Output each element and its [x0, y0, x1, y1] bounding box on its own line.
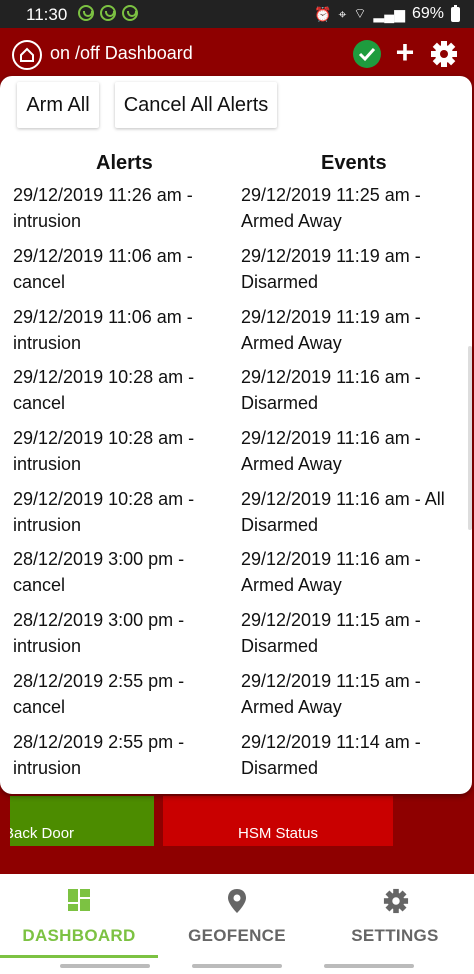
- hsm-status-tile[interactable]: HSM Status: [163, 796, 393, 846]
- status-bar: 11:30 ⏰ ⌖ ⌔ ▂▄▆ 69%: [0, 0, 474, 28]
- alerts-events-popup: Arm All Cancel All Alerts Alerts Events …: [0, 76, 472, 794]
- notification-app-icon: [122, 5, 138, 21]
- system-nav-bar: [324, 964, 414, 968]
- event-item: 29/12/2019 11:16 am - Armed Away: [241, 428, 421, 474]
- alerts-heading: Alerts: [96, 152, 153, 174]
- event-item: 29/12/2019 11:16 am - Armed Away: [241, 549, 421, 595]
- arm-all-button[interactable]: Arm All: [17, 82, 99, 128]
- hsm-status-label: HSM Status: [237, 825, 319, 842]
- event-item: 29/12/2019 11:15 am - Armed Away: [241, 671, 421, 717]
- dashboard-background: [0, 846, 474, 874]
- event-item: 29/12/2019 11:15 am - Disarmed: [241, 610, 421, 656]
- back-door-label: Back Door: [10, 825, 75, 842]
- battery-percent: 69%: [411, 5, 444, 22]
- nav-dashboard[interactable]: DASHBOARD: [0, 874, 158, 958]
- status-time: 11:30: [26, 5, 68, 24]
- event-item: 29/12/2019 11:14 am - Disarmed: [241, 732, 421, 778]
- notification-app-icon: [100, 5, 116, 21]
- notification-app-icon: [78, 5, 94, 21]
- alert-item: 29/12/2019 10:28 am - intrusion: [13, 428, 195, 474]
- system-nav-bar: [192, 964, 282, 968]
- nav-dashboard-label: DASHBOARD: [22, 926, 136, 945]
- alert-item: 29/12/2019 10:28 am - cancel: [13, 367, 195, 413]
- event-item: 29/12/2019 11:25 am - Armed Away: [241, 185, 421, 231]
- wifi-icon: ⌔: [353, 5, 367, 21]
- nav-settings[interactable]: SETTINGS: [316, 874, 474, 958]
- event-item: 29/12/2019 11:19 am - Disarmed: [241, 246, 421, 292]
- alert-item: 29/12/2019 11:06 am - intrusion: [13, 307, 193, 353]
- event-item: 29/12/2019 11:19 am - Armed Away: [241, 307, 421, 353]
- nav-geofence[interactable]: GEOFENCE: [158, 874, 316, 958]
- events-heading: Events: [321, 152, 387, 174]
- alarm-icon: ⏰: [314, 5, 332, 22]
- hubitat-icon[interactable]: [12, 40, 42, 70]
- alert-item: 28/12/2019 3:00 pm - cancel: [13, 549, 185, 595]
- page-title: on /off Dashboard: [50, 43, 193, 63]
- settings-icon: [383, 888, 409, 914]
- location-icon: ⌖: [338, 5, 347, 22]
- alert-item: 29/12/2019 11:26 am - intrusion: [13, 185, 193, 231]
- system-nav-bar: [60, 964, 150, 968]
- dashboard-icon: [68, 889, 90, 911]
- location-pin-icon: [228, 889, 246, 913]
- bottom-nav: DASHBOARD GEOFENCE SETTINGS: [0, 874, 474, 974]
- status-right: ⏰ ⌖ ⌔ ▂▄▆ 69%: [314, 4, 460, 23]
- cancel-all-alerts-button[interactable]: Cancel All Alerts: [115, 82, 277, 128]
- back-door-tile[interactable]: Back Door: [10, 796, 154, 846]
- alert-item: 29/12/2019 11:06 am - cancel: [13, 246, 193, 292]
- notification-icons: [78, 5, 138, 21]
- check-circle-icon[interactable]: [353, 40, 381, 68]
- alert-item: 28/12/2019 2:55 pm - intrusion: [13, 732, 185, 778]
- signal-icon: ▂▄▆: [373, 5, 405, 22]
- nav-settings-label: SETTINGS: [351, 926, 439, 945]
- alert-item: 28/12/2019 2:55 pm - cancel: [13, 671, 185, 717]
- alert-item: 29/12/2019 10:28 am - intrusion: [13, 489, 195, 535]
- event-item: 29/12/2019 11:16 am - All Disarmed: [241, 489, 445, 535]
- battery-icon: [451, 4, 460, 22]
- gear-icon[interactable]: [430, 40, 458, 68]
- nav-geofence-label: GEOFENCE: [188, 926, 286, 945]
- event-item: 29/12/2019 11:16 am - Disarmed: [241, 367, 421, 413]
- plus-icon[interactable]: +: [393, 36, 417, 68]
- app-bar: on /off Dashboard +: [0, 28, 474, 80]
- alert-item: 28/12/2019 3:00 pm - intrusion: [13, 610, 185, 656]
- scrollbar[interactable]: [468, 346, 472, 530]
